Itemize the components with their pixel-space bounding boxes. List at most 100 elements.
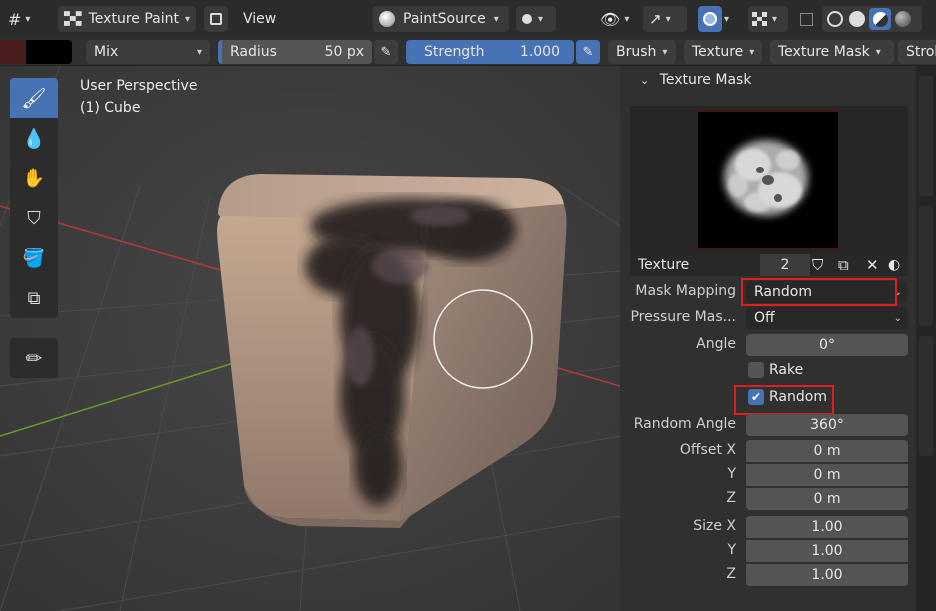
- strength-field[interactable]: Strength 1.000: [406, 40, 574, 64]
- texture-menu[interactable]: Texture ▾: [684, 40, 762, 64]
- view-menu-label: View: [243, 11, 277, 27]
- shading-dot-dropdown[interactable]: ▾: [516, 6, 556, 32]
- size-y-field[interactable]: 1.00: [746, 540, 908, 562]
- size-x-label: Size X: [693, 518, 736, 534]
- radius-field[interactable]: Radius 50 px: [218, 40, 372, 64]
- panel-title: Texture Mask: [659, 72, 752, 88]
- texture-overlay-dropdown[interactable]: ▾: [748, 6, 788, 32]
- chevron-down-icon: ▾: [196, 46, 202, 58]
- chevron-down-icon: ⌄: [893, 312, 902, 324]
- toggle-icon[interactable]: ◐: [888, 257, 900, 273]
- view-menu[interactable]: View: [243, 6, 276, 32]
- checker-icon: [64, 11, 82, 26]
- paint-source-dropdown[interactable]: PaintSource ▾: [373, 6, 509, 32]
- editor-type-dropdown[interactable]: # ▾: [8, 6, 48, 32]
- chevron-down-icon: ▾: [538, 13, 544, 25]
- offset-x-field[interactable]: 0 m: [746, 440, 908, 462]
- sidebar-tab[interactable]: [919, 336, 933, 456]
- radius-value: 50 px: [324, 44, 364, 60]
- shading-modes: [822, 6, 922, 32]
- mask-mapping-label: Mask Mapping: [635, 283, 736, 299]
- material-shading-icon[interactable]: [869, 8, 891, 30]
- stroke-menu[interactable]: Strok: [898, 40, 936, 64]
- annotate-pen-icon: ✏: [25, 346, 43, 370]
- pen-pressure-icon: ✎: [380, 44, 392, 60]
- close-icon[interactable]: ✕: [866, 256, 879, 274]
- angle-label: Angle: [696, 336, 736, 352]
- sidebar-tab[interactable]: [919, 76, 933, 196]
- chevron-down-icon: ▾: [724, 13, 730, 25]
- rake-checkbox-row[interactable]: Rake: [748, 362, 803, 378]
- radius-pressure-button[interactable]: ✎: [374, 40, 398, 64]
- 3d-viewport[interactable]: User Perspective (1) Cube: [0, 66, 620, 611]
- rendered-shading-icon[interactable]: [895, 11, 911, 27]
- strength-label: Strength: [424, 44, 485, 60]
- overlays-dropdown[interactable]: ▾: [724, 6, 740, 32]
- secondary-color-swatch[interactable]: [0, 40, 26, 64]
- view-name-label: User Perspective: [80, 78, 198, 94]
- xray-button[interactable]: [795, 6, 817, 32]
- soften-tool-button[interactable]: 💧: [10, 118, 58, 158]
- mask-tool-button[interactable]: ⧉: [10, 278, 58, 318]
- smear-icon: ✋: [22, 167, 46, 189]
- eye-icon: 👁: [600, 9, 621, 29]
- draw-tool-button[interactable]: 🖌: [10, 78, 58, 118]
- annotate-tool-button[interactable]: ✏: [10, 338, 58, 378]
- brush-icon: 🖌: [21, 86, 47, 110]
- mask-icon: ⧉: [27, 287, 41, 309]
- rake-label: Rake: [769, 362, 804, 378]
- duplicate-icon[interactable]: ⧉: [838, 256, 849, 274]
- strength-pressure-button[interactable]: ✎: [576, 40, 600, 64]
- texture-mask-menu[interactable]: Texture Mask ▾: [770, 40, 894, 64]
- pressure-mask-value: Off: [754, 310, 775, 326]
- chevron-down-icon: ▾: [493, 13, 499, 25]
- random-angle-label: Random Angle: [633, 416, 736, 432]
- sidebar-tab[interactable]: [919, 206, 933, 326]
- fill-tool-button[interactable]: 🪣: [10, 238, 58, 278]
- brush-menu[interactable]: Brush ▾: [608, 40, 676, 64]
- panel-header[interactable]: ⌄ Texture Mask: [640, 72, 751, 88]
- toggle-xray-button[interactable]: [204, 6, 228, 32]
- chevron-down-icon: ▾: [772, 13, 778, 25]
- chevron-down-icon: ▾: [184, 13, 190, 25]
- wireframe-shading-icon[interactable]: [827, 11, 843, 27]
- size-z-field[interactable]: 1.00: [746, 564, 908, 586]
- texture-selector[interactable]: Texture 2 ⛉ ⧉ ✕ ◐: [630, 254, 908, 276]
- angle-field[interactable]: 0°: [746, 334, 908, 356]
- offset-z-field[interactable]: 0 m: [746, 488, 908, 510]
- sidebar-tabs[interactable]: [916, 66, 936, 611]
- texture-preview[interactable]: [630, 106, 908, 254]
- chevron-down-icon: ▾: [624, 13, 630, 25]
- primary-color-swatch[interactable]: [26, 40, 72, 64]
- highlight-box-mask-mapping: [741, 278, 897, 306]
- size-y-label: Y: [727, 542, 736, 558]
- mode-dropdown[interactable]: Texture Paint ▾: [58, 6, 196, 32]
- stamp-icon: ⛉: [27, 207, 41, 229]
- chevron-down-icon: ▾: [749, 46, 755, 58]
- offset-z-label: Z: [726, 490, 736, 506]
- gizmo-dropdown[interactable]: ↗ ▾: [643, 6, 687, 32]
- pressure-mask-dropdown[interactable]: Off ⌄: [746, 307, 908, 329]
- pressure-mask-label: Pressure Mas...: [630, 309, 736, 325]
- sphere-icon: [379, 11, 395, 27]
- stroke-menu-label: Strok: [906, 44, 936, 60]
- offset-y-field[interactable]: 0 m: [746, 464, 908, 486]
- visibility-dropdown[interactable]: 👁 ▾: [600, 6, 636, 32]
- random-angle-field[interactable]: 360°: [746, 414, 908, 436]
- size-x-field[interactable]: 1.00: [746, 516, 908, 538]
- pen-pressure-icon: ✎: [582, 44, 594, 60]
- smear-tool-button[interactable]: ✋: [10, 158, 58, 198]
- object-name-label: (1) Cube: [80, 100, 141, 116]
- overlays-button[interactable]: [698, 6, 722, 32]
- fake-user-shield-icon[interactable]: ⛉: [812, 256, 823, 274]
- texture-users-count[interactable]: 2: [760, 254, 810, 276]
- clone-tool-button[interactable]: ⛉: [10, 198, 58, 238]
- strength-value: 1.000: [519, 44, 560, 60]
- offset-y-label: Y: [727, 466, 736, 482]
- blend-mode-dropdown[interactable]: Mix ▾: [86, 40, 210, 64]
- radius-label: Radius: [230, 44, 277, 60]
- rake-checkbox[interactable]: [748, 362, 764, 378]
- texture-name: Texture: [638, 257, 690, 273]
- solid-shading-icon[interactable]: [849, 11, 865, 27]
- mode-label: Texture Paint: [88, 11, 179, 27]
